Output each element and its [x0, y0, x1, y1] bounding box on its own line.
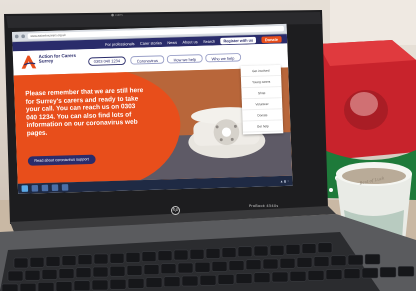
keyboard-key: [109, 278, 127, 290]
keyboard-key: [7, 270, 24, 282]
nav-link-professionals[interactable]: For professionals: [105, 41, 135, 46]
keyboard-key: [163, 276, 181, 288]
keyboard-key: [145, 277, 163, 288]
keyboard-key: [379, 266, 397, 278]
forward-icon[interactable]: [21, 34, 26, 39]
keyboard-key: [61, 255, 77, 266]
main-navigation: Coronavirus How we help Who we help: [130, 53, 241, 65]
keyboard-key: [41, 269, 58, 280]
keyboard-key: [245, 259, 262, 271]
nav-link-about[interactable]: About us: [182, 39, 197, 44]
dropdown-menu: Get involved Young carers Shop Volunteer…: [240, 64, 284, 135]
taskbar-app-icon[interactable]: [41, 184, 49, 192]
keyboard-key: [211, 261, 228, 272]
keyboard-key: [237, 246, 253, 258]
keyboard-key: [13, 257, 29, 269]
keyboard-key: [45, 256, 61, 267]
keyboard-key: [157, 250, 173, 262]
keyboard-key: [289, 270, 307, 282]
keyboard-key: [73, 280, 91, 291]
keyboard-key: [343, 268, 361, 280]
keyboard-key: [262, 258, 279, 270]
nav-coronavirus[interactable]: Coronavirus: [130, 55, 165, 65]
keyboard-key: [93, 253, 109, 265]
keyboard-key: [364, 253, 381, 265]
keyboard-key: [228, 260, 245, 271]
keyboard-key: [160, 263, 177, 275]
keyboard-key: [253, 272, 271, 284]
nav-who-we-help[interactable]: Who we help: [204, 53, 241, 63]
keyboard-key: [330, 255, 347, 267]
laptop-screen: www.actionforcarers.org.uk For professio…: [12, 23, 293, 194]
keyboard-key: [177, 262, 194, 274]
keyboard-key: [271, 271, 289, 283]
keyboard-key: [143, 264, 160, 275]
keyboard-key: [91, 279, 109, 291]
keyboard-key: [325, 269, 343, 280]
keyboard-key: [141, 251, 157, 262]
keyboard-key: [269, 244, 285, 256]
nav-how-we-help[interactable]: How we help: [166, 54, 203, 64]
nav-link-carer-stories[interactable]: Carer stories: [140, 40, 162, 45]
keyboard-key: [301, 243, 317, 254]
phone-number[interactable]: 0303 040 1234: [88, 56, 126, 66]
keyboard-key: [279, 257, 296, 269]
keyboard-key: [109, 252, 125, 264]
keyboard-key: [75, 267, 92, 279]
logo-text[interactable]: Action for Carers Surrey: [38, 53, 81, 65]
keyboard-key: [109, 265, 126, 277]
keyboard-key: [397, 266, 415, 277]
keyboard-key: [181, 275, 199, 287]
keyboard-key: [313, 256, 330, 267]
keyboard-key: [55, 281, 73, 291]
keyboard-key: [361, 267, 379, 279]
laptop-model-label: ProBook 4540s: [249, 204, 279, 208]
donate-button[interactable]: Donate: [261, 35, 282, 43]
keyboard-key: [235, 273, 253, 284]
keyboard-key: [194, 261, 211, 273]
coronavirus-support-button[interactable]: Read about coronavirus support: [27, 154, 96, 166]
keyboard-key: [173, 249, 189, 261]
keyboard-key: [347, 254, 364, 266]
taskbar-app-icon[interactable]: [61, 184, 69, 191]
keyboard-key: [199, 274, 217, 286]
keyboard-key: [317, 242, 333, 254]
keyboard-key: [307, 270, 325, 281]
keyboard-key: [285, 244, 301, 255]
taskbar-app-icon[interactable]: [31, 184, 39, 192]
keyboard-key: [1, 283, 19, 291]
start-icon[interactable]: [21, 185, 29, 192]
keyboard-key: [77, 254, 93, 266]
keyboard-key: [126, 265, 143, 276]
keyboard-key: [189, 248, 205, 260]
keyboard-key: [58, 268, 75, 279]
keyboard-key: [19, 282, 37, 291]
dropdown-item-get-help[interactable]: Get help: [242, 120, 284, 133]
keyboard-key: [253, 245, 269, 257]
system-tray[interactable]: ▲ ▮ ◔: [280, 179, 289, 183]
keyboard-key: [217, 274, 235, 285]
keyboard-key: [221, 247, 237, 258]
nav-link-search[interactable]: Search: [203, 39, 215, 44]
webcam-label: ● cam: [111, 13, 123, 17]
taskbar-app-icon[interactable]: [51, 184, 59, 192]
keyboard-key: [29, 256, 45, 268]
register-button[interactable]: Register with us: [220, 36, 256, 44]
keyboard-key: [37, 282, 55, 291]
keyboard-key: [127, 278, 145, 289]
hero-message: Please remember that we are still here f…: [25, 86, 144, 138]
back-icon[interactable]: [14, 34, 19, 39]
keyboard-key: [92, 266, 109, 278]
nav-link-news[interactable]: News: [167, 40, 177, 45]
hp-logo: hp: [171, 206, 180, 215]
keyboard-key: [125, 252, 141, 263]
logo-icon[interactable]: [20, 54, 37, 69]
keyboard-key: [24, 269, 41, 281]
keyboard-key: [205, 248, 221, 259]
keyboard-key: [296, 257, 313, 268]
